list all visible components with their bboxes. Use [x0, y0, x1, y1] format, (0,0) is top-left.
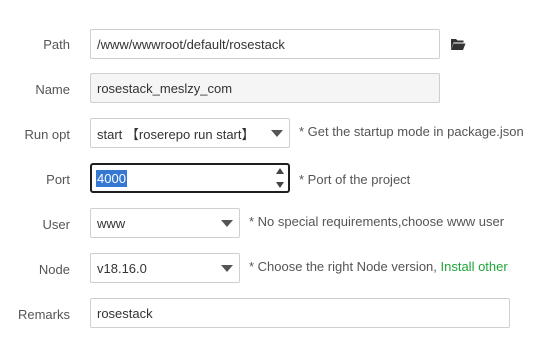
remarks-value: rosestack — [97, 305, 153, 321]
port-hint: * Port of the project — [299, 172, 411, 187]
chevron-down-icon — [221, 220, 233, 227]
stepper-down-icon[interactable] — [275, 182, 284, 188]
chevron-down-icon — [271, 130, 283, 137]
chevron-down-icon — [221, 265, 233, 272]
stepper-up-icon[interactable] — [275, 168, 284, 174]
user-label: User — [42, 217, 70, 232]
node-select[interactable]: v18.16.0 — [90, 253, 240, 283]
port-stepper[interactable] — [274, 168, 285, 188]
install-other-link[interactable]: Install other — [441, 259, 508, 274]
path-label: Path — [43, 37, 70, 52]
node-value: v18.16.0 — [97, 260, 147, 276]
node-hint: * Choose the right Node version, — [249, 259, 441, 274]
port-input[interactable]: 4000 — [90, 163, 290, 193]
port-value: 4000 — [96, 169, 127, 187]
remarks-label: Remarks — [17, 307, 70, 322]
user-select[interactable]: www — [90, 208, 240, 238]
user-value: www — [97, 215, 126, 231]
run-opt-value: start 【roserepo run start】 — [97, 126, 255, 142]
run-opt-hint: * Get the startup mode in package.json — [299, 124, 524, 139]
name-label: Name — [35, 82, 70, 97]
remarks-input[interactable]: rosestack — [90, 298, 510, 328]
path-value: /www/wwwroot/default/rosestack — [97, 36, 285, 52]
node-hint-container: * Choose the right Node version, Install… — [249, 259, 508, 275]
folder-open-icon[interactable] — [450, 37, 466, 51]
name-input[interactable]: rosestack_meslzy_com — [90, 73, 440, 103]
user-hint: * No special requirements,choose www use… — [249, 214, 505, 229]
name-value: rosestack_meslzy_com — [97, 80, 233, 96]
path-input[interactable]: /www/wwwroot/default/rosestack — [90, 29, 440, 59]
port-label: Port — [46, 172, 70, 187]
run-opt-select[interactable]: start 【roserepo run start】 — [90, 118, 290, 148]
run-opt-label: Run opt — [24, 127, 70, 142]
node-label: Node — [38, 262, 70, 277]
